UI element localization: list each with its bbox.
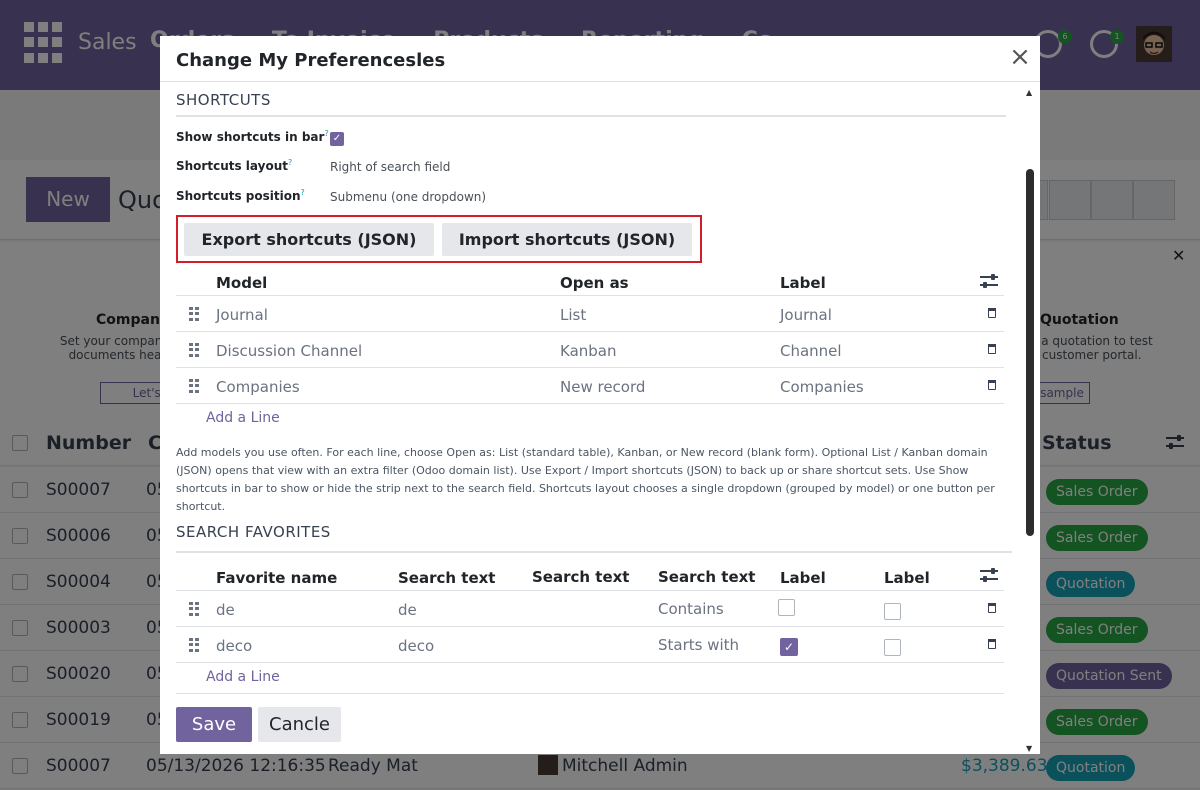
close-icon[interactable]: ×: [1008, 44, 1032, 70]
favorite-name[interactable]: de: [216, 601, 235, 619]
shortcut-label[interactable]: Companies: [780, 378, 864, 396]
add-shortcut-line[interactable]: Add a Line: [206, 410, 280, 426]
row-divider: [176, 693, 1004, 694]
favorite-match[interactable]: Starts with: [658, 636, 739, 654]
row-divider: [176, 295, 1004, 296]
favorite-search[interactable]: de: [398, 601, 417, 619]
col-label-2[interactable]: Label: [884, 569, 930, 587]
show-shortcuts-checkbox[interactable]: ✓: [330, 132, 344, 146]
trash-icon[interactable]: [988, 639, 996, 649]
import-shortcuts-button[interactable]: Import shortcuts (JSON): [442, 223, 692, 256]
show-shortcuts-label: Show shortcuts in bar?: [176, 129, 329, 144]
shortcut-open-as[interactable]: List: [560, 306, 586, 324]
trash-icon[interactable]: [988, 308, 996, 318]
col-open-as[interactable]: Open as: [560, 274, 629, 292]
shortcut-open-as[interactable]: Kanban: [560, 342, 617, 360]
section-divider: [176, 115, 1006, 117]
drag-handle-icon[interactable]: [189, 343, 199, 357]
shortcut-model[interactable]: Journal: [216, 306, 268, 324]
favorite-search[interactable]: deco: [398, 637, 434, 655]
trash-icon[interactable]: [988, 344, 996, 354]
shortcuts-position-select[interactable]: Submenu (one dropdown): [330, 190, 486, 204]
shortcut-label[interactable]: Journal: [780, 306, 832, 324]
drag-handle-icon[interactable]: [189, 638, 199, 652]
save-button[interactable]: Save: [176, 707, 252, 742]
section-divider: [176, 551, 1012, 553]
row-divider: [176, 662, 1004, 663]
favorites-section-title: SEARCH FAVORITES: [176, 523, 331, 541]
col-search-text-3[interactable]: Search text: [658, 568, 755, 586]
col-search-text[interactable]: Search text: [398, 569, 495, 587]
preferences-dialog: Change My Preferencesles × SHORTCUTS Sho…: [160, 36, 1040, 754]
favorite-checkbox-1[interactable]: ✓: [780, 638, 798, 656]
scroll-down-arrow-icon[interactable]: ▼: [1026, 744, 1032, 753]
drag-handle-icon[interactable]: [189, 379, 199, 393]
favorite-checkbox-1[interactable]: [778, 599, 795, 616]
favorite-name[interactable]: deco: [216, 637, 252, 655]
add-favorite-line[interactable]: Add a Line: [206, 669, 280, 685]
favorite-checkbox-2[interactable]: [884, 639, 901, 656]
shortcut-model[interactable]: Companies: [216, 378, 300, 396]
drag-handle-icon[interactable]: [189, 602, 199, 616]
shortcut-label[interactable]: Channel: [780, 342, 842, 360]
trash-icon[interactable]: [988, 380, 996, 390]
shortcuts-layout-select[interactable]: Right of search field: [330, 160, 450, 174]
row-divider: [176, 403, 1004, 404]
optional-columns-icon[interactable]: [980, 274, 998, 288]
shortcuts-layout-label: Shortcuts layout?: [176, 158, 293, 173]
export-shortcuts-button[interactable]: Export shortcuts (JSON): [184, 223, 434, 256]
favorite-checkbox-2[interactable]: [884, 603, 901, 620]
dialog-title: Change My Preferencesles: [176, 50, 446, 71]
shortcuts-position-label: Shortcuts position?: [176, 188, 305, 203]
trash-icon[interactable]: [988, 603, 996, 613]
col-search-text-2[interactable]: Search text: [532, 568, 629, 586]
drag-handle-icon[interactable]: [189, 307, 199, 321]
col-label-1[interactable]: Label: [780, 569, 826, 587]
row-divider: [176, 331, 1004, 332]
scrollbar-thumb[interactable]: [1026, 169, 1034, 536]
favorite-match[interactable]: Contains: [658, 600, 724, 618]
shortcuts-help-text: Add models you use often. For each line,…: [176, 446, 995, 513]
row-divider: [176, 590, 1004, 591]
optional-columns-icon[interactable]: [980, 568, 998, 582]
col-favorite-name[interactable]: Favorite name: [216, 569, 337, 587]
col-model[interactable]: Model: [216, 274, 267, 292]
header-divider: [160, 81, 1040, 82]
cancel-button[interactable]: Cancle: [258, 707, 341, 742]
shortcut-model[interactable]: Discussion Channel: [216, 342, 362, 360]
row-divider: [176, 367, 1004, 368]
shortcut-open-as[interactable]: New record: [560, 378, 645, 396]
shortcuts-section-title: SHORTCUTS: [176, 91, 271, 109]
row-divider: [176, 626, 1004, 627]
col-label[interactable]: Label: [780, 274, 826, 292]
scroll-up-arrow-icon[interactable]: ▲: [1026, 88, 1032, 97]
